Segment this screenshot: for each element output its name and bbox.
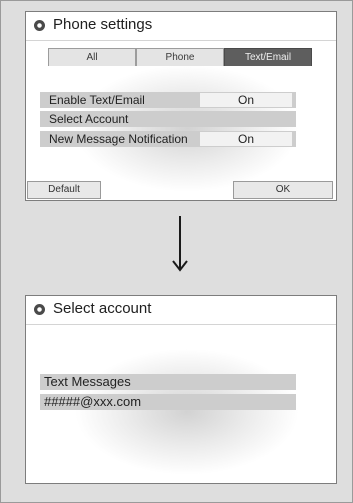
account-label: Text Messages (44, 374, 131, 389)
tab-bar: All Phone Text/Email (48, 48, 312, 66)
title-bar: Select account (26, 296, 336, 325)
setting-label: Enable Text/Email (49, 93, 145, 107)
setting-value: On (200, 132, 292, 146)
account-item-text-messages[interactable]: Text Messages (40, 374, 296, 390)
account-item-email[interactable]: #####@xxx.com (40, 394, 296, 410)
setting-select-account[interactable]: Select Account (40, 111, 296, 127)
account-label: #####@xxx.com (44, 394, 142, 409)
page-title: Phone settings (53, 16, 153, 33)
settings-gear-icon (34, 20, 45, 31)
tab-phone[interactable]: Phone (136, 48, 224, 66)
select-account-screen: Select account Text Messages #####@xxx.c… (25, 295, 337, 484)
setting-label: Select Account (49, 112, 129, 126)
setting-enable-text-email[interactable]: Enable Text/Email On (40, 92, 296, 108)
ok-button[interactable]: OK (233, 181, 333, 199)
page-title: Select account (53, 300, 152, 317)
setting-label: New Message Notification (49, 132, 188, 146)
phone-settings-screen: Phone settings All Phone Text/Email Enab… (25, 11, 337, 201)
default-button[interactable]: Default (27, 181, 101, 199)
settings-gear-icon (34, 304, 45, 315)
title-bar: Phone settings (26, 12, 336, 41)
setting-new-message-notification[interactable]: New Message Notification On (40, 131, 296, 147)
arrow-down-icon (172, 216, 188, 272)
tab-text-email[interactable]: Text/Email (224, 48, 312, 66)
tab-all[interactable]: All (48, 48, 136, 66)
setting-value: On (200, 93, 292, 107)
